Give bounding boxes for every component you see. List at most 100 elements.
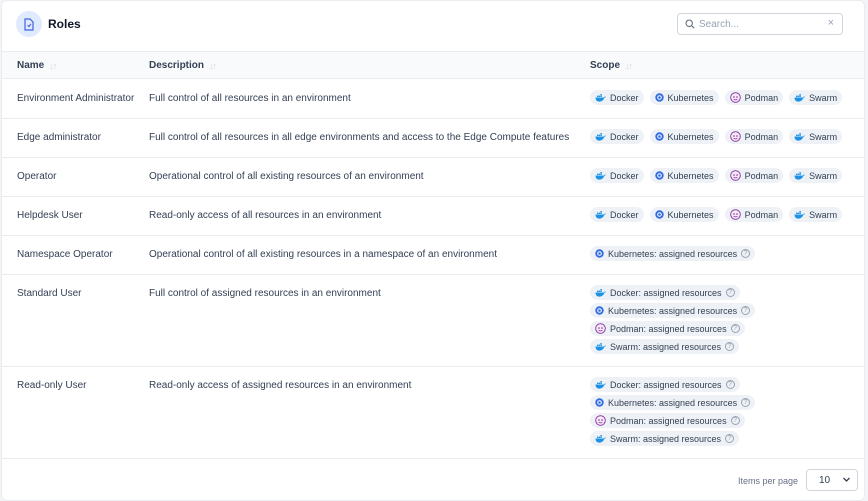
scope-label: Podman: assigned resources — [610, 415, 727, 426]
scope-badge: Swarm: assigned resources? — [590, 431, 740, 446]
role-scope: Docker: assigned resources? Kubernetes: a… — [590, 377, 756, 446]
scope-label: Podman — [744, 92, 779, 103]
role-scope: Docker Kubernetes Podman Swarm — [590, 207, 843, 222]
scope-badge: Podman — [724, 207, 784, 222]
role-scope: Docker Kubernetes Podman Swarm — [590, 90, 843, 105]
role-name: Environment Administrator — [17, 93, 135, 104]
role-scope: Docker: assigned resources? Kubernetes: a… — [590, 285, 756, 354]
docker-icon — [595, 132, 606, 141]
help-icon[interactable]: ? — [730, 324, 740, 333]
podman-icon — [595, 415, 606, 426]
sort-icon: ↓↑ — [625, 60, 633, 71]
swarm-icon — [794, 132, 805, 141]
swarm-icon — [595, 342, 606, 351]
table-row[interactable]: Environment Administrator Full control of… — [2, 80, 864, 119]
scope-label: Kubernetes: assigned resources — [608, 305, 738, 316]
table-row[interactable]: Read-only User Read-only access of assign… — [2, 367, 864, 459]
scope-badge: Podman — [724, 90, 784, 105]
role-scope: Docker Kubernetes Podman Swarm — [590, 168, 843, 183]
role-name: Standard User — [17, 288, 82, 299]
kubernetes-icon — [595, 398, 604, 407]
table-row[interactable]: Edge administrator Full control of all re… — [2, 119, 864, 158]
scope-label: Swarm — [809, 92, 838, 103]
role-name: Namespace Operator — [17, 249, 113, 260]
table-row[interactable]: Operator Operational control of all exist… — [2, 158, 864, 197]
role-description: Full control of all resources in all edg… — [149, 132, 570, 143]
scope-label: Docker: assigned resources — [610, 379, 722, 390]
scope-badge: Kubernetes — [649, 90, 719, 105]
column-header-scope[interactable]: Scope ↓↑ — [590, 60, 633, 71]
role-description: Operational control of all existing reso… — [149, 171, 424, 182]
search-icon — [685, 19, 695, 29]
docker-icon — [595, 171, 606, 180]
items-per-page-label: Items per page — [738, 476, 799, 486]
scope-badge: Kubernetes: assigned resources? — [590, 303, 756, 318]
help-icon[interactable]: ? — [741, 249, 751, 258]
search-input[interactable] — [699, 16, 823, 32]
scope-label: Podman — [744, 170, 779, 181]
scope-badge: Kubernetes: assigned resources? — [590, 395, 756, 410]
scope-badge: Podman: assigned resources? — [590, 321, 745, 336]
podman-icon — [595, 323, 606, 334]
role-description: Full control of assigned resources in an… — [149, 288, 381, 299]
scope-label: Swarm: assigned resources — [610, 341, 722, 352]
help-icon[interactable]: ? — [741, 398, 751, 407]
sort-icon: ↓↑ — [209, 60, 217, 71]
table-row[interactable]: Namespace Operator Operational control of… — [2, 236, 864, 275]
scope-badge: Swarm — [789, 129, 843, 144]
help-icon[interactable]: ? — [725, 380, 735, 389]
scope-badge: Swarm — [789, 168, 843, 183]
help-icon[interactable]: ? — [725, 342, 735, 351]
swarm-icon — [595, 434, 606, 443]
scope-label: Kubernetes — [667, 170, 714, 181]
help-icon[interactable]: ? — [730, 416, 740, 425]
scope-label: Podman — [744, 209, 779, 220]
help-icon[interactable]: ? — [725, 288, 735, 297]
role-description: Read-only access of all resources in an … — [149, 210, 382, 221]
scope-label: Kubernetes — [667, 209, 714, 220]
scope-label: Kubernetes: assigned resources — [608, 397, 738, 408]
roles-panel: Roles × Name ↓↑ Description ↓↑ Scope ↓↑ … — [1, 0, 865, 501]
table-row[interactable]: Helpdesk User Read-only access of all res… — [2, 197, 864, 236]
help-icon[interactable]: ? — [725, 434, 735, 443]
items-per-page-select[interactable]: 10 — [806, 469, 858, 491]
role-name: Edge administrator — [17, 132, 101, 143]
scope-badge: Swarm: assigned resources? — [590, 339, 740, 354]
column-header-name[interactable]: Name ↓↑ — [17, 60, 57, 71]
clear-search-icon[interactable]: × — [828, 17, 834, 29]
kubernetes-icon — [654, 132, 664, 141]
page-title: Roles — [48, 17, 81, 31]
kubernetes-icon — [595, 249, 604, 258]
scope-badge: Kubernetes — [649, 129, 719, 144]
roles-icon — [16, 11, 42, 37]
scope-badge: Docker — [590, 207, 644, 222]
scope-badge: Docker — [590, 168, 644, 183]
column-header-description[interactable]: Description ↓↑ — [149, 60, 217, 71]
search-box[interactable]: × — [677, 13, 843, 35]
scope-badge: Docker — [590, 90, 644, 105]
podman-icon — [729, 131, 741, 142]
scope-label: Kubernetes — [667, 92, 714, 103]
scope-label: Podman: assigned resources — [610, 323, 727, 334]
role-description: Read-only access of assigned resources i… — [149, 380, 412, 391]
podman-icon — [729, 209, 741, 220]
table-header: Name ↓↑ Description ↓↑ Scope ↓↑ — [2, 51, 864, 79]
role-name: Read-only User — [17, 380, 87, 391]
help-icon[interactable]: ? — [741, 306, 751, 315]
swarm-icon — [794, 171, 805, 180]
scope-badge: Swarm — [789, 90, 843, 105]
scope-label: Docker — [610, 170, 639, 181]
role-scope: Kubernetes: assigned resources? — [590, 246, 756, 261]
scope-badge: Swarm — [789, 207, 843, 222]
kubernetes-icon — [654, 210, 664, 219]
table-row[interactable]: Standard User Full control of assigned re… — [2, 275, 864, 367]
table-footer: Items per page 10 — [2, 460, 864, 500]
scope-label: Swarm — [809, 209, 838, 220]
scope-label: Docker — [610, 209, 639, 220]
scope-label: Swarm: assigned resources — [610, 433, 722, 444]
docker-icon — [595, 288, 606, 297]
kubernetes-icon — [654, 171, 664, 180]
podman-icon — [729, 170, 741, 181]
swarm-icon — [794, 93, 805, 102]
scope-label: Kubernetes — [667, 131, 714, 142]
